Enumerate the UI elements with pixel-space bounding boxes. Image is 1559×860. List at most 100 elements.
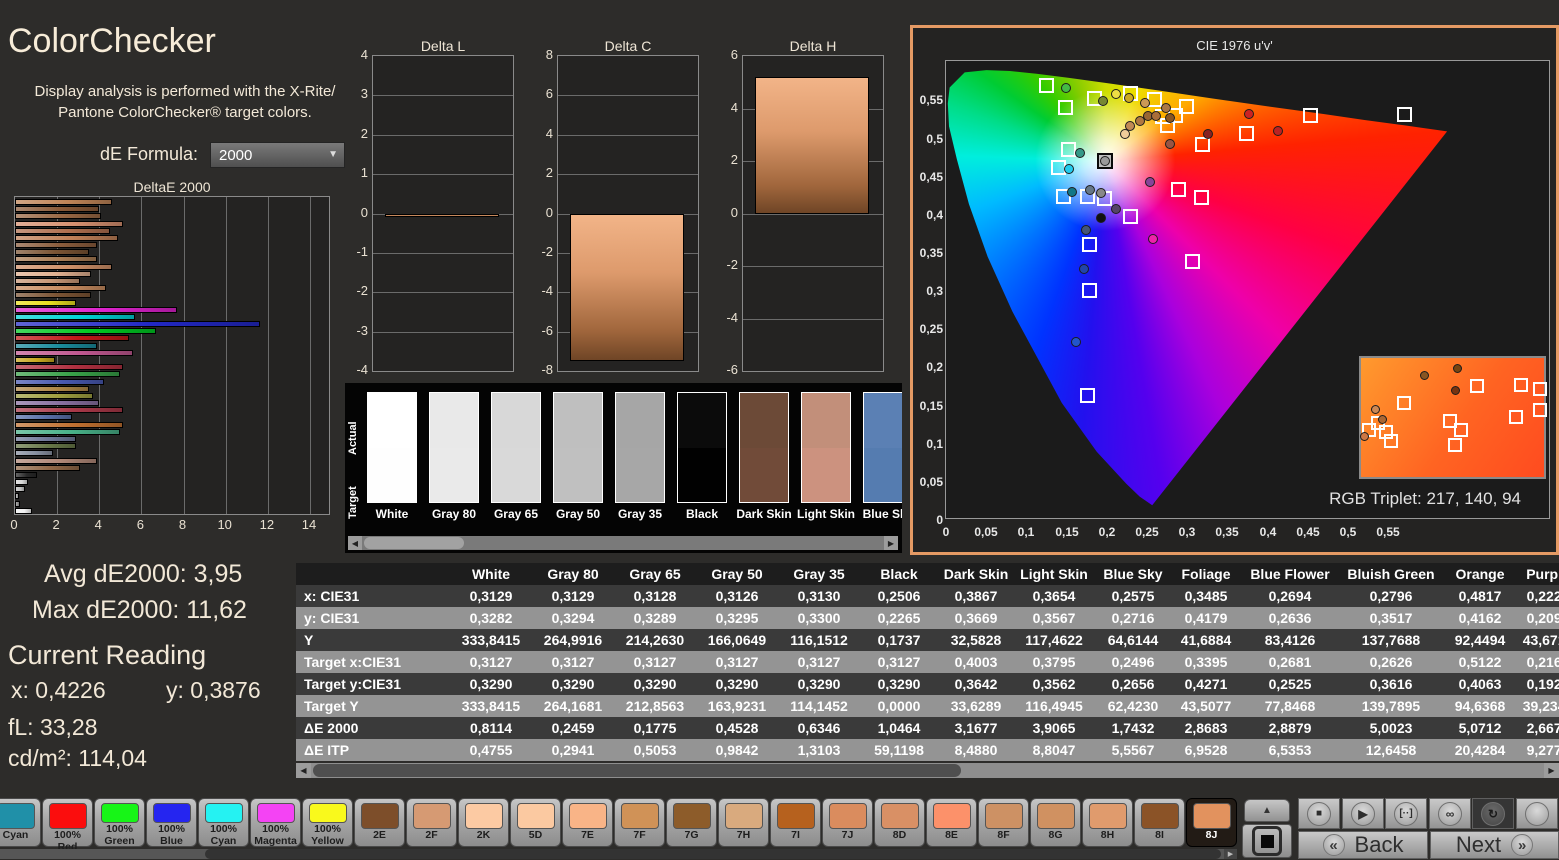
deltaE-bar	[15, 436, 76, 442]
inset-square-marker	[1448, 438, 1462, 452]
swatch-black[interactable]	[677, 392, 727, 503]
patch-button-100-yellow[interactable]: 100%Yellow	[302, 798, 353, 847]
patch-button-100-magenta[interactable]: 100%Magenta	[250, 798, 301, 847]
table-cell: 0,2681	[1240, 651, 1340, 673]
deltaE-x-tick: 0	[4, 517, 24, 532]
patch-button-2k[interactable]: 2K	[458, 798, 509, 847]
table-cell: 0,4179	[1172, 607, 1240, 629]
deltaE-bar	[15, 465, 80, 471]
deltaC-chart-title: Delta C	[557, 38, 699, 54]
swatch-gray-80[interactable]	[429, 392, 479, 503]
cie-x-tick: 0,1	[1008, 525, 1044, 539]
swatch-label: Light Skin	[791, 507, 861, 521]
patch-button-7h[interactable]: 7H	[718, 798, 769, 847]
table-header-cell: Gray 65	[614, 563, 696, 585]
swatch-gray-65[interactable]	[491, 392, 541, 503]
delta-y-tick: -3	[336, 323, 368, 338]
table-cell: 77,8468	[1240, 695, 1340, 717]
avg-de2000: Avg dE2000: 3,95	[44, 560, 242, 589]
swatch-gray-35[interactable]	[615, 392, 665, 503]
patch-button-8h[interactable]: 8H	[1082, 798, 1133, 847]
patch-button-label: 7I	[771, 829, 820, 841]
patch-button-5d[interactable]: 5D	[510, 798, 561, 847]
table-row-label: Target y:CIE31	[296, 673, 450, 695]
table-row: ΔE ITP0,47550,29410,50530,98421,310359,1…	[296, 739, 1559, 761]
refresh-button[interactable]: ↻	[1472, 798, 1514, 829]
deltaE-bar	[15, 472, 37, 478]
cie-zoom-inset	[1359, 356, 1546, 479]
table-header-cell	[296, 563, 450, 585]
table-cell: 0,1928	[1518, 673, 1559, 695]
deltaE-bar	[15, 321, 260, 327]
patch-button-100-cyan[interactable]: 100%Cyan	[198, 798, 249, 847]
stop-button[interactable]: ■	[1298, 798, 1340, 829]
measured-point-marker	[1140, 98, 1150, 108]
patch-button-8g[interactable]: 8G	[1030, 798, 1081, 847]
patch-button-7i[interactable]: 7I	[770, 798, 821, 847]
deltaE-bar	[15, 264, 112, 270]
patch-button-8j[interactable]: 8J	[1186, 798, 1237, 847]
table-cell: 8,4880	[938, 739, 1014, 761]
patch-button-2e[interactable]: 2E	[354, 798, 405, 847]
patch-button-7e[interactable]: 7E	[562, 798, 613, 847]
measured-point-marker	[1203, 129, 1213, 139]
patch-scroll-thumb[interactable]	[205, 849, 1221, 859]
patch-button-100-green[interactable]: 100%Green	[94, 798, 145, 847]
swatch-scroll-right-icon[interactable]: ▶	[884, 536, 898, 550]
table-scrollbar[interactable]: ◀ ▶	[296, 763, 1559, 778]
swatch-scrollbar[interactable]: ◀ ▶	[348, 536, 898, 550]
inset-square-marker	[1454, 423, 1468, 437]
patch-button-100red[interactable]: 100% Red	[42, 798, 93, 847]
patch-button-label: 100%Green	[95, 823, 144, 847]
swatch-gray-50[interactable]	[553, 392, 603, 503]
table-cell: 214,2630	[614, 629, 696, 651]
table-scroll-right-icon[interactable]: ▶	[1544, 763, 1559, 778]
loop-button[interactable]: ∞	[1429, 798, 1471, 829]
back-button[interactable]: « Back	[1298, 831, 1428, 859]
swatch-label: Gray 65	[481, 507, 551, 521]
patch-button-7j[interactable]: 7J	[822, 798, 873, 847]
range-button[interactable]: [··]	[1385, 798, 1427, 829]
patch-button-8e[interactable]: 8E	[926, 798, 977, 847]
patch-button-7g[interactable]: 7G	[666, 798, 717, 847]
deltaE-bar	[15, 300, 76, 306]
patch-button-8i[interactable]: 8I	[1134, 798, 1185, 847]
de-formula-dropdown[interactable]: 2000 ▼	[210, 142, 345, 168]
patch-button-label: 100%Blue	[147, 823, 196, 847]
patch-button-cyan[interactable]: Cyan	[0, 798, 41, 847]
patch-button-8f[interactable]: 8F	[978, 798, 1029, 847]
swatch-scroll-left-icon[interactable]: ◀	[348, 536, 362, 550]
patch-color-swatch	[829, 803, 867, 829]
next-button[interactable]: Next »	[1430, 831, 1559, 859]
patch-button-2f[interactable]: 2F	[406, 798, 457, 847]
cie-x-tick: 0,05	[968, 525, 1004, 539]
patch-button-8d[interactable]: 8D	[874, 798, 925, 847]
patch-button-label: 8I	[1135, 829, 1184, 841]
patch-color-swatch	[673, 803, 711, 829]
play-button[interactable]: ▶	[1342, 798, 1384, 829]
pattern-up-button[interactable]: ▲	[1244, 799, 1290, 822]
cie-panel: CIE 1976 u'v' RGB Triplet: 217, 140, 94 …	[910, 25, 1559, 555]
inset-circle-marker	[1371, 405, 1380, 414]
swatch-light-skin[interactable]	[801, 392, 851, 503]
patch-button-label: 2K	[459, 829, 508, 841]
measured-point-marker	[1148, 234, 1158, 244]
patch-button-7f[interactable]: 7F	[614, 798, 665, 847]
swatch-blue-sky[interactable]	[863, 392, 902, 503]
patch-scrollbar[interactable]: ▶	[0, 849, 1237, 859]
patch-button-label: 2F	[407, 829, 456, 841]
deltaE-bar	[15, 221, 123, 227]
patch-scroll-right-icon[interactable]: ▶	[1224, 849, 1237, 859]
swatch-white[interactable]	[367, 392, 417, 503]
table-scroll-thumb[interactable]	[313, 764, 961, 777]
patch-button-100-blue[interactable]: 100%Blue	[146, 798, 197, 847]
deltaE-x-tick: 8	[173, 517, 193, 532]
cie-y-tick: 0,5	[915, 132, 943, 146]
target-square-marker	[1185, 254, 1200, 269]
table-scroll-left-icon[interactable]: ◀	[296, 763, 311, 778]
swatch-scroll-thumb[interactable]	[364, 537, 464, 549]
pattern-window-button[interactable]	[1242, 824, 1292, 858]
table-cell: 264,1681	[532, 695, 614, 717]
swatch-dark-skin[interactable]	[739, 392, 789, 503]
blank-button[interactable]	[1516, 798, 1558, 829]
